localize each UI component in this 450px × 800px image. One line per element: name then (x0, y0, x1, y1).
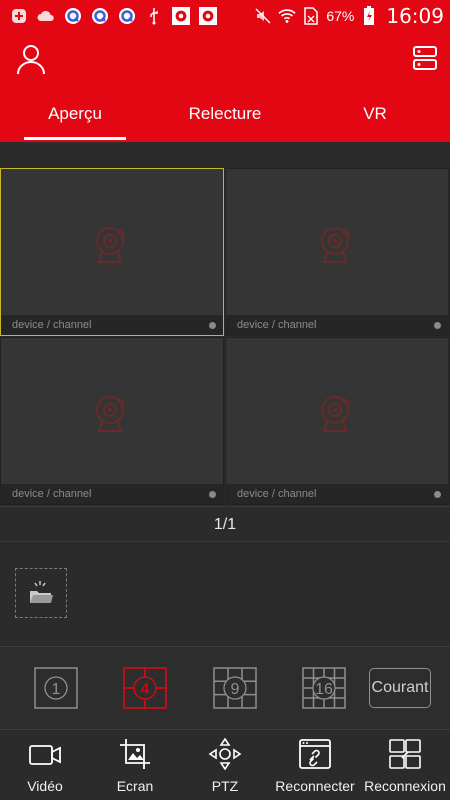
cell-caption: device / channel (226, 484, 448, 504)
cloud-icon (37, 8, 55, 24)
app-header: Aperçu Relecture VR (0, 32, 450, 142)
open-folder-button[interactable] (15, 568, 67, 618)
video-camera-icon (29, 745, 61, 765)
reconnect-all-button[interactable]: Reconnexion (360, 730, 450, 800)
layout-9-label: 9 (231, 681, 240, 698)
no-sim-icon (302, 7, 320, 25)
ptz-button[interactable]: PTZ (180, 730, 270, 800)
reconnect-all-label: Reconnexion (364, 778, 446, 794)
video-cell[interactable]: device / channel (0, 168, 224, 336)
screenshot-label: Ecran (116, 778, 154, 794)
battery-percent: 67% (326, 8, 355, 24)
layout-4-button[interactable]: 4 (123, 667, 167, 709)
cell-caption: device / channel (1, 484, 223, 504)
cell-caption: device / channel (1, 315, 223, 335)
browser-q-icon (118, 8, 136, 24)
camera-placeholder-icon (321, 396, 350, 433)
folder-icon (30, 581, 53, 603)
layout-1-button[interactable]: 1 (34, 667, 78, 709)
layout-16-button[interactable]: 16 (302, 667, 346, 709)
camera-placeholder-icon (96, 227, 125, 264)
status-dot (209, 322, 216, 329)
video-cell[interactable]: device / channel (0, 337, 224, 505)
layout-16-label: 16 (315, 681, 333, 698)
camera-placeholder-icon (96, 396, 125, 433)
wifi-icon (278, 8, 296, 24)
notification-plus-icon (10, 8, 28, 24)
status-dot (434, 491, 441, 498)
camera-placeholder-icon (321, 227, 350, 264)
camera-app-icon (172, 7, 190, 25)
reconnect-button[interactable]: Reconnecter (270, 730, 360, 800)
courant-button[interactable]: Courant (369, 668, 431, 708)
favorites-area (0, 542, 450, 646)
reconnect-label: Reconnecter (275, 778, 355, 794)
user-icon[interactable] (14, 42, 48, 76)
reconnect-all-icon (389, 739, 421, 769)
screenshot-button[interactable]: Ecran (90, 730, 180, 800)
video-cell[interactable]: device / channel (225, 337, 449, 505)
browser-q-icon (64, 8, 82, 24)
usb-icon (145, 8, 163, 25)
app-root: 67% 16:09 Aperçu Relecture VR device / c… (0, 0, 450, 800)
page-indicator: 1/1 (0, 506, 450, 542)
layout-9-button[interactable]: 9 (213, 667, 257, 709)
cell-caption: device / channel (226, 315, 448, 335)
screenshot-icon (120, 739, 150, 769)
layout-4-label: 4 (141, 681, 150, 698)
tab-vr[interactable]: VR (300, 92, 450, 142)
device-list-icon[interactable] (412, 44, 438, 72)
reconnect-icon (299, 739, 331, 769)
layout-selector: 1 4 9 16 Courant (0, 646, 450, 730)
tab-apercu[interactable]: Aperçu (0, 92, 150, 142)
video-grid: device / channel device / channel device… (0, 168, 450, 506)
video-cell[interactable]: device / channel (225, 168, 449, 336)
browser-q-icon (91, 8, 109, 24)
bottom-toolbar: Vidéo Ecran PTZ Reconnecter Reconnexion (0, 730, 450, 800)
layout-1-label: 1 (52, 681, 61, 698)
status-dot (209, 491, 216, 498)
video-label: Vidéo (27, 778, 63, 794)
mute-icon (254, 8, 272, 24)
status-bar: 67% 16:09 (0, 0, 450, 32)
ptz-label: PTZ (211, 778, 239, 794)
status-dot (434, 322, 441, 329)
main-tabs: Aperçu Relecture VR (0, 92, 450, 142)
status-time: 16:09 (386, 4, 444, 28)
ptz-icon (208, 738, 242, 770)
tab-relecture[interactable]: Relecture (150, 92, 300, 142)
camera-app-icon (199, 7, 217, 25)
video-button[interactable]: Vidéo (0, 730, 90, 800)
battery-charging-icon (360, 6, 378, 25)
